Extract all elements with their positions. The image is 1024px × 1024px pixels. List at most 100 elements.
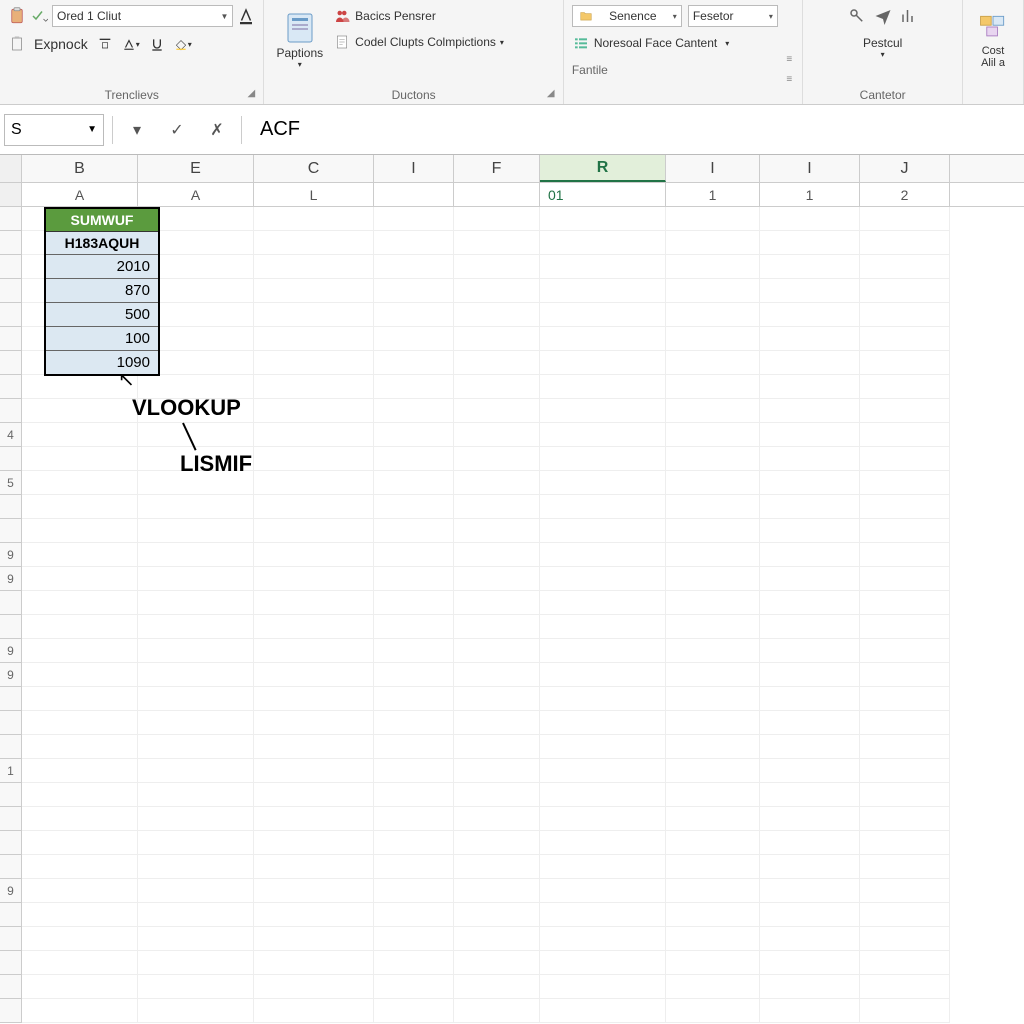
sub-header-cell[interactable]: 1 — [666, 183, 760, 206]
fantile-label: Fantile — [572, 63, 608, 77]
row-header[interactable] — [0, 207, 21, 231]
row-header[interactable] — [0, 351, 21, 375]
row-header[interactable] — [0, 447, 21, 471]
bacics-button[interactable]: Bacics Pensrer — [333, 4, 504, 28]
group-expand-icon[interactable]: ◢ — [547, 88, 559, 100]
row-header[interactable] — [0, 279, 21, 303]
pestcul-label: Pestcul — [863, 36, 902, 50]
column-header[interactable]: J — [860, 155, 950, 182]
key-icon[interactable] — [848, 7, 866, 25]
fx-dropdown-button[interactable]: ▾ — [121, 114, 153, 146]
fill-color-icon[interactable]: ▾ — [174, 35, 192, 53]
column-header-active[interactable]: R — [540, 155, 666, 182]
row-header[interactable]: 5 — [0, 471, 21, 495]
row-header[interactable]: 9 — [0, 543, 21, 567]
noresoal-button[interactable]: Noresoal Face Cantent ▾ — [572, 31, 729, 55]
data-box-value[interactable]: 500 — [46, 303, 158, 327]
codel-button[interactable]: Codel Clupts Colmpictions ▾ — [333, 30, 504, 54]
select-all-corner[interactable] — [0, 155, 22, 182]
row-header[interactable]: 4 — [0, 423, 21, 447]
font-color-icon[interactable] — [237, 7, 255, 25]
pestcul-button[interactable]: Pestcul ▾ — [859, 34, 906, 61]
underline-icon[interactable] — [148, 35, 166, 53]
confirm-button[interactable]: ✓ — [161, 114, 193, 146]
row-header[interactable] — [0, 183, 22, 206]
row-header[interactable] — [0, 327, 21, 351]
align-toggle-icon[interactable]: ≡ — [780, 70, 798, 88]
row-header[interactable] — [0, 927, 21, 951]
row-header[interactable] — [0, 975, 21, 999]
annotation-vlookup: VLOOKUP — [132, 395, 241, 421]
plane-icon[interactable] — [874, 7, 892, 25]
font-style-icon[interactable]: ▾ — [122, 35, 140, 53]
row-header[interactable]: 9 — [0, 663, 21, 687]
row-header[interactable] — [0, 951, 21, 975]
row-header[interactable] — [0, 591, 21, 615]
column-header[interactable]: E — [138, 155, 254, 182]
row-header[interactable] — [0, 255, 21, 279]
row-header[interactable] — [0, 735, 21, 759]
row-header[interactable] — [0, 231, 21, 255]
formula-input[interactable] — [250, 114, 1020, 146]
underline-top-icon[interactable] — [96, 35, 114, 53]
row-header[interactable] — [0, 519, 21, 543]
sub-header-cell[interactable] — [374, 183, 454, 206]
ribbon-group-label: Cantetor — [811, 86, 954, 102]
data-box-value[interactable]: 1090 — [46, 351, 158, 374]
row-header[interactable] — [0, 495, 21, 519]
row-header[interactable] — [0, 687, 21, 711]
data-box-value[interactable]: 100 — [46, 327, 158, 351]
column-header[interactable]: B — [22, 155, 138, 182]
row-header[interactable] — [0, 807, 21, 831]
row-header[interactable] — [0, 615, 21, 639]
cells-area[interactable]: SUMWUF H183AQUH 2010 870 500 100 1090 ↖ … — [22, 207, 1024, 1023]
row-header[interactable] — [0, 999, 21, 1023]
clipboard-icon[interactable] — [8, 35, 26, 53]
row-header[interactable] — [0, 303, 21, 327]
paptions-icon — [282, 10, 318, 46]
row-header[interactable] — [0, 783, 21, 807]
font-name-select[interactable]: Ored 1 Cliut ▼ — [52, 5, 233, 27]
ribbon-group-ductons: Paptions ▾ Bacics Pensrer Codel Clupts C… — [264, 0, 563, 104]
bacics-label: Bacics Pensrer — [355, 9, 436, 23]
column-header[interactable]: C — [254, 155, 374, 182]
row-header[interactable] — [0, 831, 21, 855]
align-toggle-icon[interactable]: ≡ — [780, 50, 798, 68]
data-box-value[interactable]: 2010 — [46, 255, 158, 279]
row-header[interactable]: 1 — [0, 759, 21, 783]
row-header[interactable] — [0, 399, 21, 423]
check-dropdown-icon[interactable] — [30, 7, 48, 25]
sub-header-cell[interactable]: 01 — [540, 183, 666, 206]
row-header[interactable]: 9 — [0, 567, 21, 591]
sub-header-cell[interactable]: A — [22, 183, 138, 206]
column-headers: B E C I F R I I J — [0, 155, 1024, 183]
sub-header-cell[interactable]: 2 — [860, 183, 950, 206]
column-header[interactable]: F — [454, 155, 540, 182]
senence-select[interactable]: Senence ▾ — [572, 5, 682, 27]
data-range-box[interactable]: SUMWUF H183AQUH 2010 870 500 100 1090 — [44, 207, 160, 376]
cost-button[interactable]: Cost Alil a — [971, 4, 1015, 74]
sub-header-cell[interactable]: L — [254, 183, 374, 206]
fesetor-select[interactable]: Fesetor ▾ — [688, 5, 778, 27]
row-header[interactable]: 9 — [0, 639, 21, 663]
sub-header-cell[interactable] — [454, 183, 540, 206]
paptions-button[interactable]: Paptions ▾ — [272, 4, 327, 74]
column-header[interactable]: I — [666, 155, 760, 182]
column-header[interactable]: I — [760, 155, 860, 182]
row-header[interactable] — [0, 711, 21, 735]
sub-header-cell[interactable]: 1 — [760, 183, 860, 206]
row-header[interactable] — [0, 903, 21, 927]
expnock-label[interactable]: Expnock — [34, 36, 88, 52]
column-header[interactable]: I — [374, 155, 454, 182]
row-header[interactable] — [0, 375, 21, 399]
row-header[interactable] — [0, 855, 21, 879]
row-header[interactable]: 9 — [0, 879, 21, 903]
chart-icon[interactable] — [900, 7, 918, 25]
data-box-value[interactable]: 870 — [46, 279, 158, 303]
sub-header-cell[interactable]: A — [138, 183, 254, 206]
list-icon — [572, 34, 590, 52]
group-expand-icon[interactable]: ◢ — [247, 88, 259, 100]
cancel-button[interactable]: ✗ — [201, 114, 233, 146]
codel-label: Codel Clupts Colmpictions — [355, 35, 496, 49]
name-box[interactable]: S ▼ — [4, 114, 104, 146]
